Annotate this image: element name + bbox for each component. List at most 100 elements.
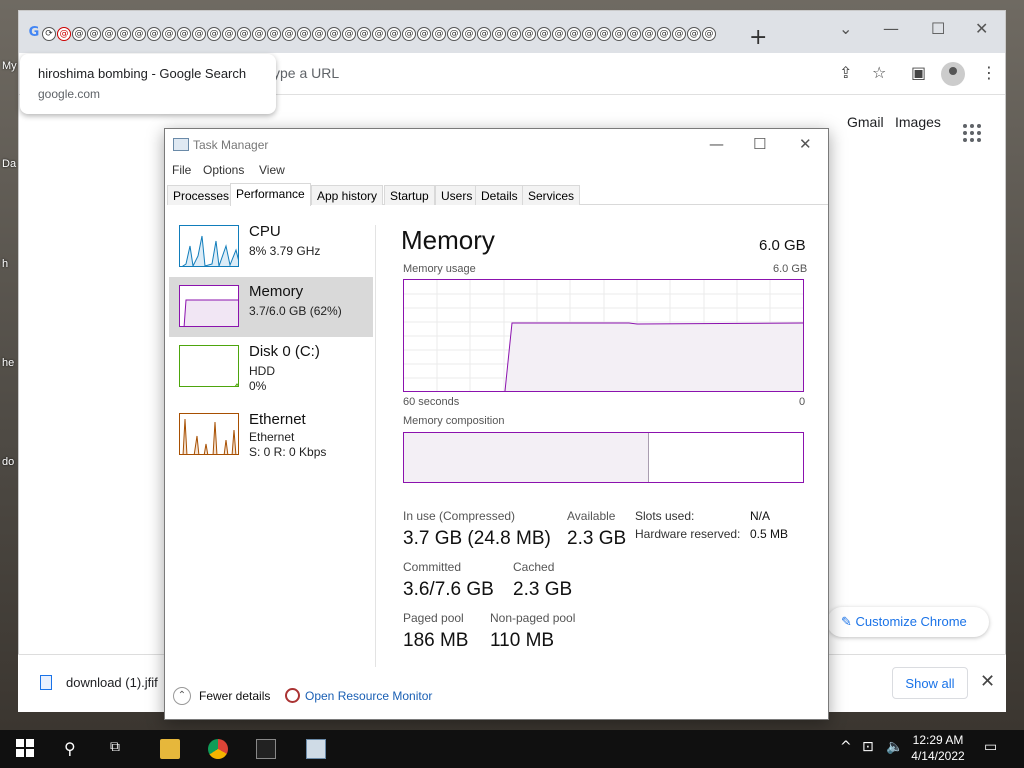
menu-view[interactable]: View xyxy=(259,163,285,177)
tab-favicon-icon[interactable]: @ xyxy=(147,27,161,41)
tab-favicon-icon[interactable]: @ xyxy=(222,27,236,41)
minimize-icon[interactable]: — xyxy=(709,135,724,153)
google-favicon-icon[interactable]: G xyxy=(27,26,41,41)
profile-avatar[interactable] xyxy=(941,62,965,86)
close-icon[interactable]: ✕ xyxy=(799,135,812,153)
chevron-up-icon[interactable]: ⌃ xyxy=(173,687,191,705)
tab-favicon-icon[interactable]: @ xyxy=(687,27,701,41)
tab-favicon-icon[interactable]: @ xyxy=(282,27,296,41)
tab-services[interactable]: Services xyxy=(522,185,581,205)
tab-favicon-icon[interactable]: @ xyxy=(417,27,431,41)
tab-favicon-icon[interactable]: @ xyxy=(582,27,596,41)
tab-search-icon[interactable]: ⌄ xyxy=(839,19,852,38)
close-shelf-icon[interactable]: ✕ xyxy=(980,671,995,692)
tab-startup[interactable]: Startup xyxy=(384,185,435,205)
fewer-details-button[interactable]: Fewer details xyxy=(199,689,270,703)
download-item[interactable]: download (1).jfif xyxy=(66,675,158,690)
gmail-link[interactable]: Gmail xyxy=(847,114,884,130)
tab-favicon-icon[interactable]: @ xyxy=(672,27,686,41)
bookmark-star-icon[interactable]: ☆ xyxy=(872,63,886,82)
clock-date[interactable]: 4/14/2022 xyxy=(906,749,970,763)
tab-users[interactable]: Users xyxy=(435,185,479,205)
tab-favicon-icon[interactable]: @ xyxy=(507,27,521,41)
tab-favicon-icon[interactable]: @ xyxy=(207,27,221,41)
file-explorer-icon[interactable] xyxy=(160,739,180,759)
tab-favicon-icon[interactable]: @ xyxy=(237,27,251,41)
google-apps-icon[interactable] xyxy=(963,124,981,142)
open-resource-monitor-link[interactable]: Open Resource Monitor xyxy=(305,689,432,703)
tab-favicon-icon[interactable]: @ xyxy=(372,27,386,41)
tab-favicon-icon[interactable]: @ xyxy=(492,27,506,41)
sidebar-item-cpu[interactable]: CPU 8% 3.79 GHz xyxy=(169,217,373,277)
tab-favicon-icon[interactable]: @ xyxy=(447,27,461,41)
tab-performance[interactable]: Performance xyxy=(230,183,311,206)
desktop-icon-label[interactable]: do xyxy=(2,456,14,468)
kebab-menu-icon[interactable]: ⋮ xyxy=(981,63,997,82)
tab-favicon-icon[interactable]: @ xyxy=(537,27,551,41)
tab-favicon-icon[interactable]: @ xyxy=(567,27,581,41)
maximize-icon[interactable]: ☐ xyxy=(753,135,766,153)
search-icon[interactable]: ⚲ xyxy=(64,739,76,758)
windows-start-icon[interactable] xyxy=(16,739,36,759)
tab-favicon-icon[interactable]: @ xyxy=(522,27,536,41)
sidebar-item-ethernet[interactable]: Ethernet Ethernet S: 0 R: 0 Kbps xyxy=(169,405,373,465)
tab-favicon-icon[interactable]: @ xyxy=(177,27,191,41)
images-link[interactable]: Images xyxy=(895,114,941,130)
tab-favicon-icon[interactable]: @ xyxy=(462,27,476,41)
task-view-icon[interactable]: ⧉ xyxy=(110,739,120,755)
reload-favicon-icon[interactable]: ⟳ xyxy=(42,27,56,41)
red-favicon-icon[interactable]: @ xyxy=(57,27,71,41)
tab-favicon-icon[interactable]: @ xyxy=(297,27,311,41)
tab-favicon-icon[interactable]: @ xyxy=(72,27,86,41)
share-icon[interactable]: ⇪ xyxy=(839,63,852,82)
sidebar-item-memory[interactable]: Memory 3.7/6.0 GB (62%) xyxy=(169,277,373,337)
desktop-icon-label[interactable]: My xyxy=(2,60,17,72)
chrome-icon[interactable] xyxy=(208,739,228,759)
tab-favicon-icon[interactable]: @ xyxy=(552,27,566,41)
new-tab-button[interactable]: + xyxy=(749,25,767,50)
volume-icon[interactable]: 🔈 xyxy=(886,739,903,755)
terminal-icon[interactable] xyxy=(256,739,276,759)
tab-favicon-icon[interactable]: @ xyxy=(402,27,416,41)
tab-favicon-icon[interactable]: @ xyxy=(597,27,611,41)
tab-processes[interactable]: Processes xyxy=(167,185,236,205)
desktop-icon-label[interactable]: h xyxy=(2,258,8,270)
tab-favicon-icon[interactable]: @ xyxy=(117,27,131,41)
menu-file[interactable]: File xyxy=(172,163,191,177)
tab-details[interactable]: Details xyxy=(475,185,524,205)
network-icon[interactable]: ⊡ xyxy=(862,739,874,755)
chevron-up-icon[interactable]: ^ xyxy=(840,739,852,755)
tab-favicon-icon[interactable]: @ xyxy=(702,27,716,41)
tab-favicon-icon[interactable]: @ xyxy=(252,27,266,41)
tab-favicon-icon[interactable]: @ xyxy=(357,27,371,41)
close-icon[interactable]: ✕ xyxy=(975,19,988,38)
omnibox-suggestion[interactable]: hiroshima bombing - Google Search google… xyxy=(20,54,276,114)
tab-favicon-icon[interactable]: @ xyxy=(342,27,356,41)
tab-favicon-icon[interactable]: @ xyxy=(627,27,641,41)
maximize-icon[interactable]: ☐ xyxy=(931,19,945,38)
omnibox-input[interactable]: ype a URL xyxy=(273,65,339,81)
tab-favicon-icon[interactable]: @ xyxy=(312,27,326,41)
tab-favicon-icon[interactable]: @ xyxy=(612,27,626,41)
desktop-icon-label[interactable]: he xyxy=(2,357,14,369)
tab-favicon-icon[interactable]: @ xyxy=(162,27,176,41)
customize-chrome-button[interactable]: ✎ Customize Chrome xyxy=(827,607,989,637)
tab-favicon-icon[interactable]: @ xyxy=(387,27,401,41)
tab-favicons[interactable]: G ⟳ @ @ @ @ @ @ @ @ @ @ @ @ @ @ @ @ @ @ … xyxy=(27,26,716,47)
tab-favicon-icon[interactable]: @ xyxy=(432,27,446,41)
notifications-icon[interactable]: ▭ xyxy=(984,739,997,755)
tab-favicon-icon[interactable]: @ xyxy=(642,27,656,41)
tab-favicon-icon[interactable]: @ xyxy=(657,27,671,41)
task-manager-taskbar-icon[interactable] xyxy=(306,739,326,759)
resource-monitor-icon[interactable] xyxy=(285,688,300,703)
minimize-icon[interactable]: — xyxy=(883,19,899,38)
tab-favicon-icon[interactable]: @ xyxy=(87,27,101,41)
desktop-icon-label[interactable]: Da xyxy=(2,158,16,170)
menu-options[interactable]: Options xyxy=(203,163,244,177)
tab-favicon-icon[interactable]: @ xyxy=(267,27,281,41)
tab-favicon-icon[interactable]: @ xyxy=(192,27,206,41)
show-all-button[interactable]: Show all xyxy=(892,667,968,699)
tab-favicon-icon[interactable]: @ xyxy=(132,27,146,41)
clock-time[interactable]: 12:29 AM xyxy=(906,733,970,747)
side-panel-icon[interactable]: ▣ xyxy=(911,63,926,82)
